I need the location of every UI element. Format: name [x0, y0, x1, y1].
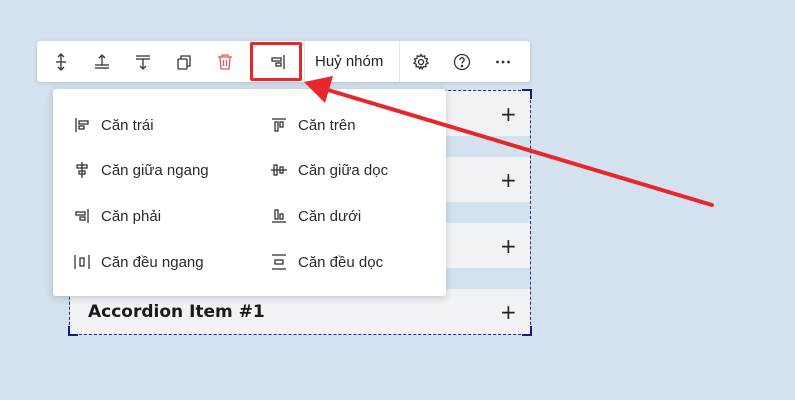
menu-item-label: Căn dưới: [298, 207, 362, 225]
distribute-vertical-icon: [272, 254, 286, 270]
more-button[interactable]: [482, 41, 523, 82]
settings-icon: [412, 52, 429, 70]
move-up-button[interactable]: [81, 41, 122, 82]
align-top-icon: [272, 118, 286, 132]
duplicate-button[interactable]: [163, 41, 204, 82]
align-right-icon: [271, 54, 285, 69]
help-icon: [453, 53, 471, 70]
element-toolbar: Huỷ nhóm: [37, 41, 530, 82]
menu-item-label: Căn phải: [101, 207, 162, 225]
align-left-icon: [75, 118, 89, 132]
align-bottom-icon: [272, 209, 286, 223]
align-menu: Căn trái Căn giữa ngang Căn phải Căn đều…: [53, 89, 446, 296]
move-vertical-icon: [55, 52, 66, 71]
menu-item-align-center-vertical[interactable]: Căn giữa dọc: [270, 158, 388, 182]
align-center-vertical-icon: [271, 164, 287, 176]
ungroup-button[interactable]: Huỷ nhóm: [305, 41, 399, 82]
plus-icon[interactable]: +: [500, 234, 517, 258]
menu-item-align-bottom[interactable]: Căn dưới: [270, 204, 361, 228]
move-vertical-button[interactable]: [40, 41, 81, 82]
menu-item-label: Căn trái: [101, 116, 154, 134]
menu-item-align-top[interactable]: Căn trên: [270, 113, 356, 137]
align-button[interactable]: [252, 41, 304, 82]
plus-icon[interactable]: +: [500, 102, 517, 126]
move-up-icon: [94, 53, 109, 69]
menu-item-align-right[interactable]: Căn phải: [73, 204, 161, 228]
menu-item-label: Căn đều ngang: [101, 253, 204, 271]
align-right-icon: [75, 209, 89, 223]
move-down-icon: [135, 54, 150, 70]
menu-item-distribute-vertical[interactable]: Căn đều dọc: [270, 250, 383, 274]
menu-item-label: Căn trên: [298, 116, 356, 134]
accordion-item-title: Accordion Item #1: [88, 301, 265, 322]
plus-icon[interactable]: +: [500, 300, 517, 324]
menu-item-label: Căn đều dọc: [298, 253, 384, 271]
plus-icon[interactable]: +: [500, 168, 517, 192]
help-button[interactable]: [441, 41, 482, 82]
align-center-horizontal-icon: [76, 162, 88, 178]
delete-icon: [217, 53, 232, 70]
menu-item-distribute-horizontal[interactable]: Căn đều ngang: [73, 250, 204, 274]
settings-button[interactable]: [400, 41, 441, 82]
move-down-button[interactable]: [122, 41, 163, 82]
menu-item-label: Căn giữa dọc: [298, 161, 389, 179]
duplicate-icon: [176, 54, 191, 70]
menu-item-align-center-horizontal[interactable]: Căn giữa ngang: [73, 158, 209, 182]
delete-button[interactable]: [204, 41, 245, 82]
distribute-horizontal-icon: [74, 255, 90, 269]
menu-item-label: Căn giữa ngang: [101, 161, 209, 179]
menu-item-align-left[interactable]: Căn trái: [73, 113, 154, 137]
more-icon: [495, 60, 510, 63]
